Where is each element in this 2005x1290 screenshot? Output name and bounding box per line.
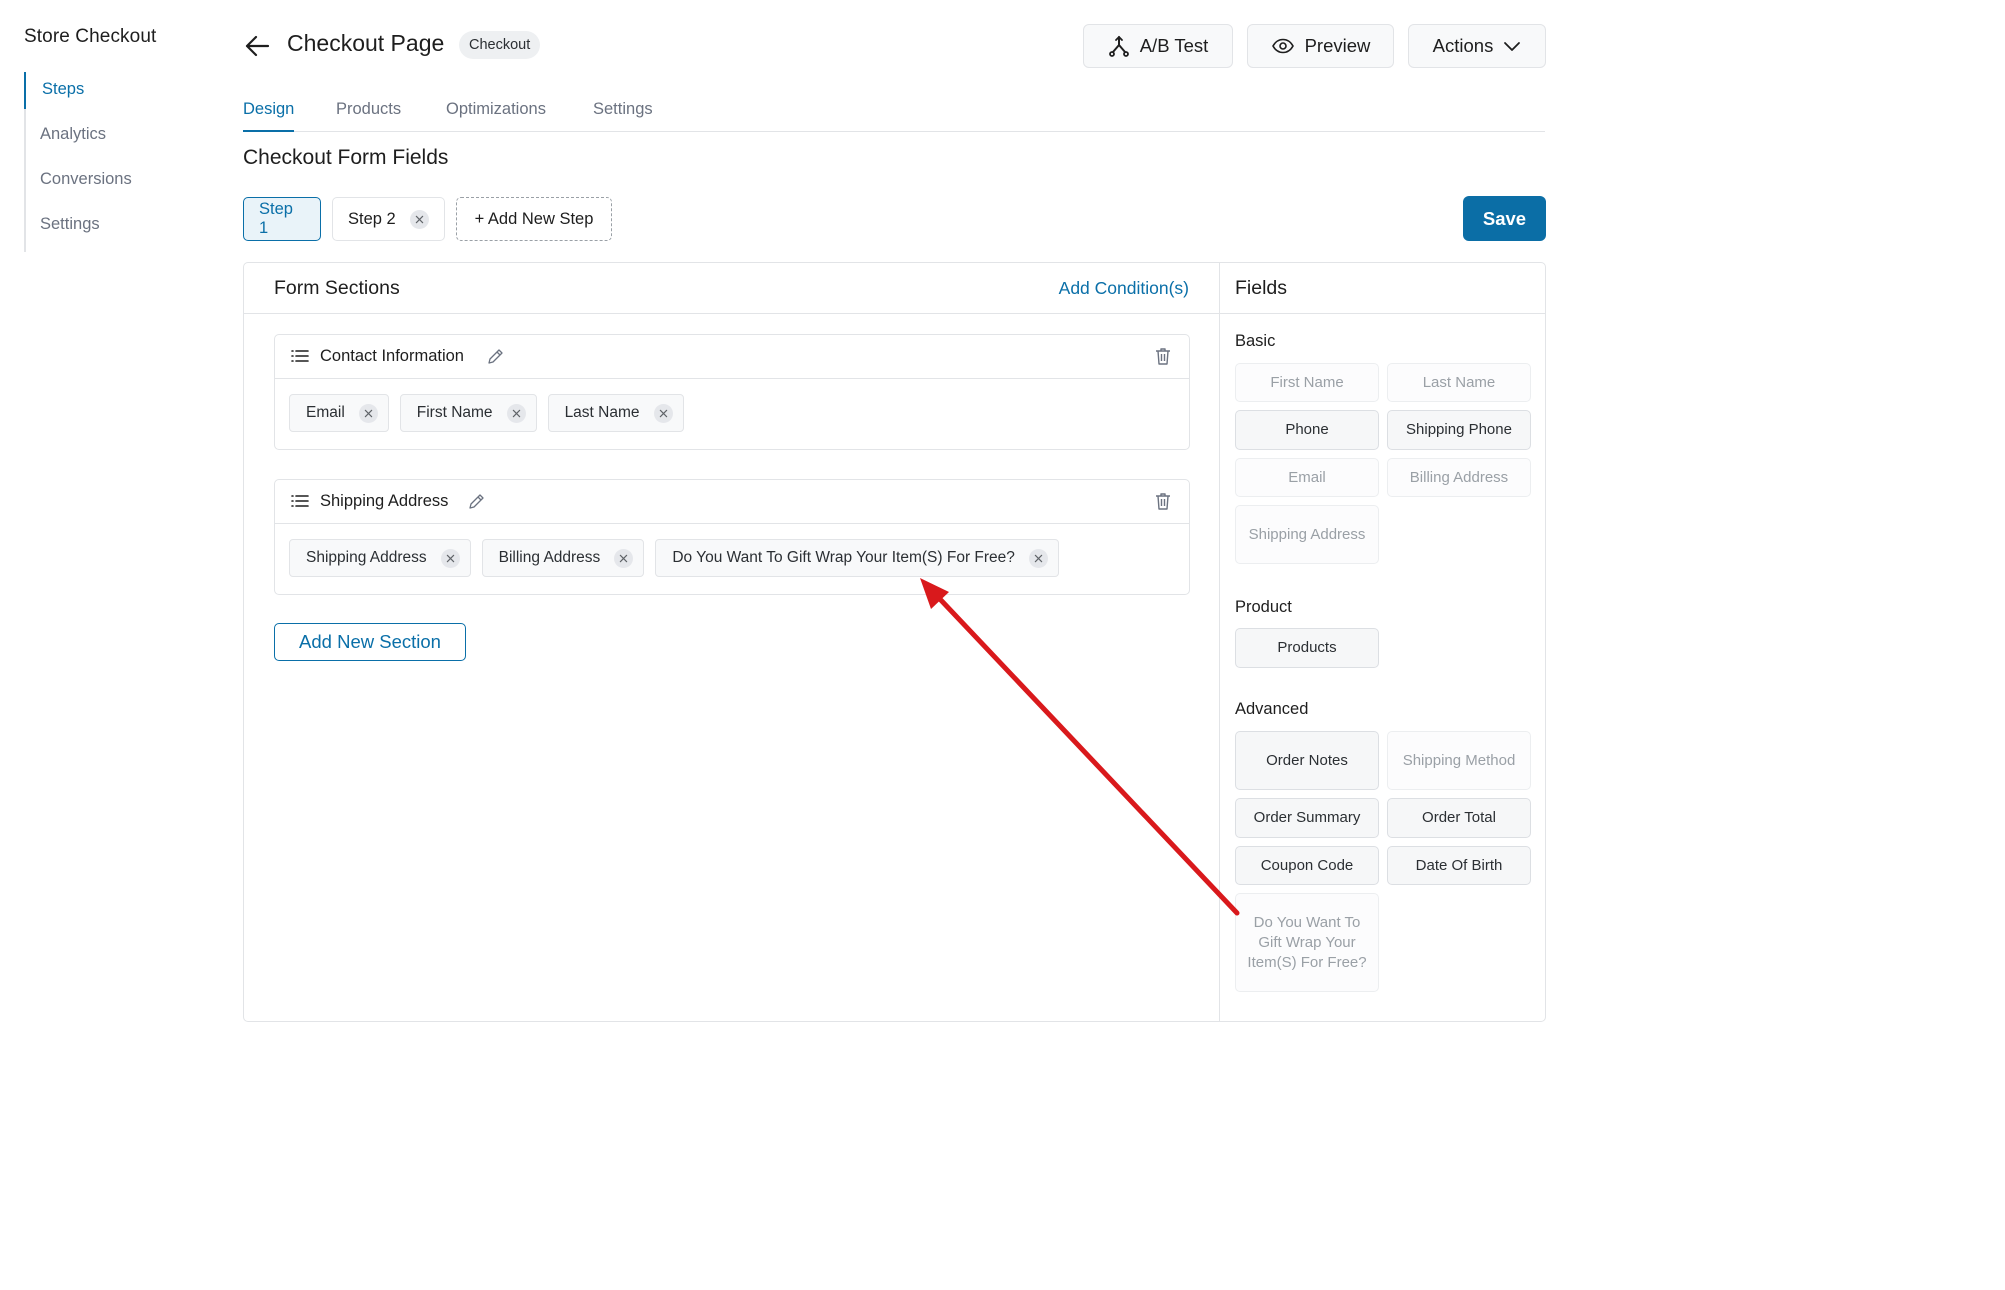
add-new-step-label: + Add New Step bbox=[474, 209, 594, 228]
form-section-title: Shipping Address bbox=[320, 492, 449, 510]
preview-label: Preview bbox=[1304, 35, 1371, 56]
trash-icon[interactable] bbox=[1155, 347, 1171, 371]
field-button-products[interactable]: Products bbox=[1235, 628, 1379, 668]
pencil-icon[interactable] bbox=[486, 348, 504, 371]
field-button-order-total[interactable]: Order Total bbox=[1387, 798, 1531, 838]
actions-dropdown[interactable]: Actions bbox=[1408, 24, 1546, 68]
field-group-label-basic: Basic bbox=[1235, 332, 1276, 350]
field-button-coupon-code[interactable]: Coupon Code bbox=[1235, 846, 1379, 885]
sidebar-item-conversions[interactable]: Conversions bbox=[24, 162, 214, 207]
close-icon[interactable] bbox=[614, 548, 634, 568]
tab-optimizations[interactable]: Optimizations bbox=[446, 100, 546, 132]
field-button-order-summary[interactable]: Order Summary bbox=[1235, 798, 1379, 838]
tab-settings[interactable]: Settings bbox=[593, 100, 653, 132]
trash-icon[interactable] bbox=[1155, 492, 1171, 516]
step-2-label: Step 2 bbox=[348, 209, 396, 228]
page-tabs: Design Products Optimizations Settings bbox=[243, 98, 1545, 132]
step-1-label: Step 1 bbox=[259, 200, 293, 237]
step-2-tab[interactable]: Step 2 bbox=[332, 197, 445, 241]
fields-title: Fields bbox=[1235, 277, 1288, 299]
close-icon[interactable] bbox=[653, 403, 673, 423]
sidebar: Store Checkout Steps Analytics Conversio… bbox=[24, 26, 214, 252]
form-section-title: Contact Information bbox=[320, 347, 464, 365]
preview-button[interactable]: Preview bbox=[1247, 24, 1394, 68]
form-section-header: Contact Information bbox=[275, 335, 1189, 379]
field-chip[interactable]: Last Name bbox=[547, 394, 684, 432]
field-chip[interactable]: Shipping Address bbox=[289, 539, 471, 577]
sidebar-item-steps[interactable]: Steps bbox=[24, 72, 214, 109]
form-section-fields: Shipping Address Billing Address Do You … bbox=[275, 524, 1189, 594]
field-chip-label: Last Name bbox=[564, 404, 640, 421]
form-sections-title: Form Sections bbox=[274, 277, 400, 299]
list-icon[interactable] bbox=[291, 349, 309, 368]
sidebar-item-analytics[interactable]: Analytics bbox=[24, 117, 214, 162]
close-icon[interactable] bbox=[440, 548, 460, 568]
field-button-order-notes[interactable]: Order Notes bbox=[1235, 731, 1379, 790]
section-title: Checkout Form Fields bbox=[243, 146, 449, 169]
form-section-header: Shipping Address bbox=[275, 480, 1189, 524]
step-1-tab[interactable]: Step 1 bbox=[243, 197, 321, 241]
ab-test-button[interactable]: A/B Test bbox=[1083, 24, 1233, 68]
form-section-card: Contact Information Email First Name Las… bbox=[274, 334, 1190, 450]
pencil-icon[interactable] bbox=[467, 493, 485, 516]
form-sections-header: Form Sections Add Condition(s) bbox=[244, 263, 1219, 314]
page-type-badge: Checkout bbox=[459, 31, 541, 59]
field-button-email[interactable]: Email bbox=[1235, 458, 1379, 497]
add-condition-link[interactable]: Add Condition(s) bbox=[1059, 278, 1189, 299]
page-title: Checkout Page bbox=[287, 30, 445, 56]
field-button-first-name[interactable]: First Name bbox=[1235, 363, 1379, 402]
form-section-card: Shipping Address Shipping Address Billin… bbox=[274, 479, 1190, 595]
field-group-label-advanced: Advanced bbox=[1235, 700, 1309, 718]
field-chip[interactable]: Email bbox=[289, 394, 389, 432]
fields-header: Fields bbox=[1220, 263, 1545, 314]
form-section-fields: Email First Name Last Name bbox=[275, 379, 1189, 449]
field-button-date-of-birth[interactable]: Date Of Birth bbox=[1387, 846, 1531, 885]
field-chip-label: Email bbox=[306, 404, 345, 421]
tab-design[interactable]: Design bbox=[243, 100, 295, 132]
sidebar-nav: Steps Analytics Conversions Settings bbox=[24, 72, 214, 252]
chevron-down-icon bbox=[1503, 40, 1521, 52]
field-chip[interactable]: Do You Want To Gift Wrap Your Item(S) Fo… bbox=[655, 539, 1059, 577]
add-new-step-button[interactable]: + Add New Step bbox=[456, 197, 612, 241]
back-arrow-icon[interactable] bbox=[243, 32, 271, 60]
field-group-label-product: Product bbox=[1235, 598, 1292, 616]
store-title: Store Checkout bbox=[24, 26, 157, 47]
field-button-gift-wrap[interactable]: Do You Want To Gift Wrap Your Item(S) Fo… bbox=[1235, 893, 1379, 992]
field-button-shipping-address[interactable]: Shipping Address bbox=[1235, 505, 1379, 564]
list-icon[interactable] bbox=[291, 494, 309, 513]
field-button-shipping-method[interactable]: Shipping Method bbox=[1387, 731, 1531, 790]
field-button-billing-address[interactable]: Billing Address bbox=[1387, 458, 1531, 497]
field-chip-label: Do You Want To Gift Wrap Your Item(S) Fo… bbox=[672, 549, 1015, 566]
field-button-shipping-phone[interactable]: Shipping Phone bbox=[1387, 410, 1531, 450]
field-chip[interactable]: Billing Address bbox=[481, 539, 645, 577]
field-button-last-name[interactable]: Last Name bbox=[1387, 363, 1531, 402]
fields-panel: Fields Basic First Name Last Name Phone … bbox=[1220, 263, 1545, 1021]
editor-panel: Form Sections Add Condition(s) Contact I… bbox=[243, 262, 1546, 1022]
field-chip-label: Shipping Address bbox=[306, 549, 427, 566]
page-header: Checkout Page Checkout A/B Test Preview … bbox=[243, 24, 1546, 68]
add-new-section-button[interactable]: Add New Section bbox=[274, 623, 466, 661]
form-sections-panel: Form Sections Add Condition(s) Contact I… bbox=[244, 263, 1220, 1021]
actions-label: Actions bbox=[1432, 35, 1494, 56]
sidebar-item-settings[interactable]: Settings bbox=[24, 207, 214, 252]
ab-test-label: A/B Test bbox=[1139, 35, 1209, 56]
field-button-phone[interactable]: Phone bbox=[1235, 410, 1379, 450]
tab-products[interactable]: Products bbox=[336, 100, 401, 132]
ab-test-icon bbox=[1108, 35, 1130, 57]
close-icon[interactable] bbox=[358, 403, 378, 423]
field-chip-label: First Name bbox=[416, 404, 493, 421]
field-chip[interactable]: First Name bbox=[399, 394, 537, 432]
field-chip-label: Billing Address bbox=[498, 549, 601, 566]
save-button[interactable]: Save bbox=[1463, 196, 1546, 241]
eye-icon bbox=[1271, 37, 1295, 55]
close-icon[interactable] bbox=[1028, 548, 1048, 568]
close-icon[interactable] bbox=[409, 209, 429, 229]
close-icon[interactable] bbox=[506, 403, 526, 423]
